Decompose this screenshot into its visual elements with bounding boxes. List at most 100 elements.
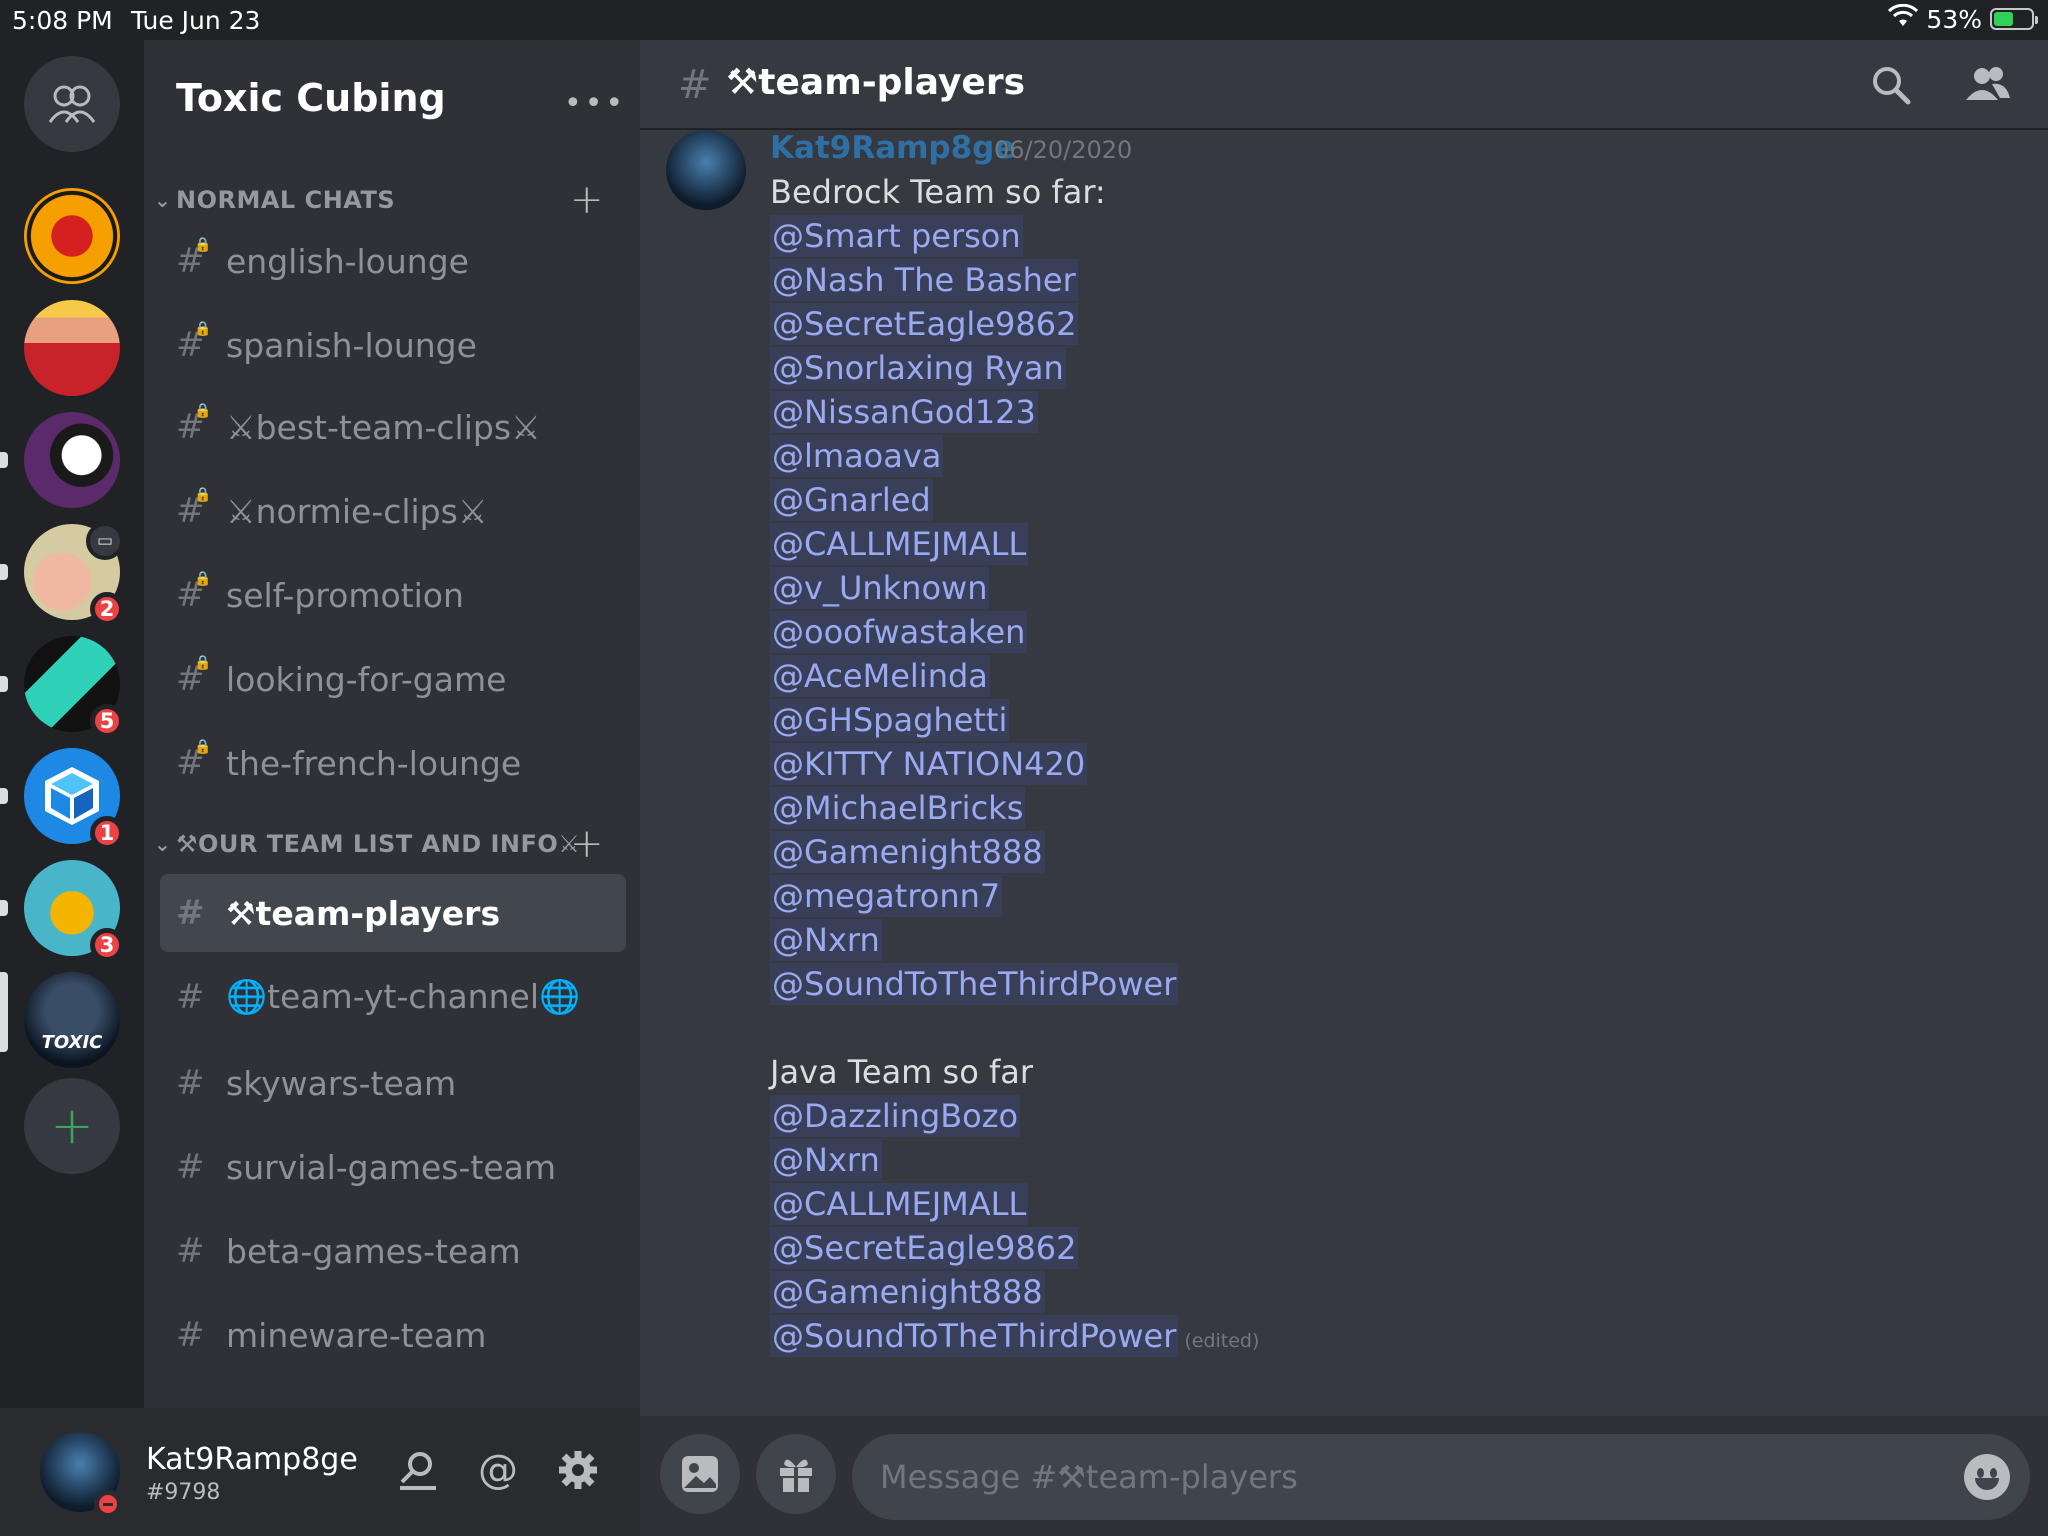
chevron-down-icon: ⌄ <box>154 188 172 212</box>
user-mention[interactable]: @SecretEagle9862 <box>770 1227 1079 1269</box>
message-input[interactable] <box>880 1450 1920 1504</box>
locked-hash-icon: # 🔒 <box>176 655 212 699</box>
user-mention[interactable]: @SecretEagle9862 <box>770 303 1079 345</box>
settings-gear-icon[interactable] <box>554 1446 602 1494</box>
plus-icon: + <box>24 1078 120 1174</box>
server-label: TOXIC <box>41 1031 103 1053</box>
user-mention[interactable]: @KITTY NATION420 <box>770 743 1088 785</box>
hash-icon: # <box>176 1231 205 1271</box>
user-mention[interactable]: @Snorlaxing Ryan <box>770 347 1066 389</box>
user-mention[interactable]: @GHSpaghetti <box>770 699 1010 741</box>
server-name[interactable]: Toxic Cubing <box>176 76 446 120</box>
message-line: Bedrock Team so far: <box>770 170 1259 214</box>
mention-line: @Nxrn <box>770 1138 1259 1182</box>
add-server-button[interactable]: + <box>24 1078 120 1174</box>
more-options-icon[interactable]: ••• <box>564 86 626 121</box>
user-mention[interactable]: @lmaoava <box>770 435 944 477</box>
user-mention[interactable]: @Gnarled <box>770 479 933 521</box>
user-mention[interactable]: @MichaelBricks <box>770 787 1026 829</box>
gift-button[interactable] <box>756 1434 836 1514</box>
channel-skywars-team[interactable]: # skywars-team <box>160 1044 626 1122</box>
locked-hash-icon: # 🔒 <box>176 571 212 615</box>
channel-team-yt-channel[interactable]: # 🌐team-yt-channel🌐 <box>160 958 626 1036</box>
channel-beta-games-team[interactable]: # beta-games-team <box>160 1212 626 1290</box>
gift-icon <box>780 1459 812 1492</box>
mention-line: @SecretEagle9862 <box>770 302 1259 346</box>
channel-title: ⚒team-players <box>726 62 1026 103</box>
locked-hash-icon: # 🔒 <box>176 403 212 447</box>
user-mention[interactable]: @SoundToTheThirdPower <box>770 963 1179 1005</box>
channel-best-team-clips[interactable]: # 🔒 ⚔best-team-clips⚔ <box>160 388 626 466</box>
user-mention[interactable]: @SoundToTheThirdPower <box>770 1315 1179 1357</box>
mention-line: @Smart person <box>770 214 1259 258</box>
hash-icon: # <box>176 1315 205 1355</box>
status-date: Tue Jun 23 <box>131 6 261 35</box>
user-mention[interactable]: @Nxrn <box>770 919 882 961</box>
user-mention[interactable]: @Nxrn <box>770 1139 882 1181</box>
mentions-icon[interactable]: @ <box>474 1446 522 1494</box>
mention-line: @SecretEagle9862 <box>770 1226 1259 1270</box>
locked-hash-icon: # 🔒 <box>176 487 212 531</box>
server-icon-7[interactable]: 3 <box>24 860 124 962</box>
server-icon-5[interactable]: 5 <box>24 636 124 738</box>
server-icon-1[interactable] <box>24 188 120 284</box>
message-author[interactable]: Kat9Ramp8ge <box>770 130 1015 166</box>
search-icon[interactable] <box>1868 62 1914 108</box>
add-channel-icon[interactable]: + <box>570 821 604 867</box>
user-mention[interactable]: @Gamenight888 <box>770 1271 1045 1313</box>
channel-survial-games-team[interactable]: # survial-games-team <box>160 1128 626 1206</box>
message-timestamp: 06/20/2020 <box>994 136 1133 164</box>
channel-normie-clips[interactable]: # 🔒 ⚔normie-clips⚔ <box>160 472 626 550</box>
user-mention[interactable]: @DazzlingBozo <box>770 1095 1021 1137</box>
message-line <box>770 1006 1259 1050</box>
server-rail: ▭ 2 5 1 3 TOXIC + <box>0 40 144 1536</box>
user-mention[interactable]: @Gamenight888 <box>770 831 1045 873</box>
user-mention[interactable]: @Smart person <box>770 215 1023 257</box>
channel-the-french-lounge[interactable]: # 🔒 the-french-lounge <box>160 724 626 802</box>
mention-line: @Snorlaxing Ryan <box>770 346 1259 390</box>
mention-line: @lmaoava <box>770 434 1259 478</box>
user-mention[interactable]: @NissanGod123 <box>770 391 1038 433</box>
avatar[interactable] <box>666 130 746 210</box>
channel-spanish-lounge[interactable]: # 🔒 spanish-lounge <box>160 306 626 384</box>
server-icon-4[interactable]: ▭ 2 <box>24 522 124 626</box>
user-mention[interactable]: @v_Unknown <box>770 567 990 609</box>
image-icon <box>682 1456 718 1492</box>
channel-english-lounge[interactable]: # 🔒 english-lounge <box>160 222 626 300</box>
member-list-icon[interactable] <box>1962 62 2010 108</box>
server-icon-2[interactable] <box>24 300 120 396</box>
mention-line: @Gamenight888 <box>770 1270 1259 1314</box>
direct-messages-button[interactable] <box>24 56 120 152</box>
search-people-icon[interactable] <box>394 1446 442 1494</box>
mention-line: @Gamenight888 <box>770 830 1259 874</box>
hash-icon: # <box>176 1063 205 1103</box>
upload-image-button[interactable] <box>660 1434 740 1514</box>
category-team-list-and-info[interactable]: ⌄ ⚒OUR TEAM LIST AND INFO⚔ + <box>154 821 624 867</box>
status-bar: 5:08 PM Tue Jun 23 53% <box>0 0 2048 40</box>
server-icon-toxic-cubing[interactable]: TOXIC <box>24 972 120 1068</box>
battery-icon <box>1990 8 2038 30</box>
channel-self-promotion[interactable]: # 🔒 self-promotion <box>160 556 626 634</box>
hash-icon: # <box>176 1147 205 1187</box>
user-mention[interactable]: @AceMelinda <box>770 655 990 697</box>
add-channel-icon[interactable]: + <box>570 177 604 223</box>
user-mention[interactable]: @ooofwastaken <box>770 611 1028 653</box>
server-icon-3[interactable] <box>24 412 120 508</box>
channel-looking-for-game[interactable]: # 🔒 looking-for-game <box>160 640 626 718</box>
user-mention[interactable]: @Nash The Basher <box>770 259 1078 301</box>
user-mention[interactable]: @CALLMEJMALL <box>770 1183 1029 1225</box>
channel-mineware-team[interactable]: # mineware-team <box>160 1296 626 1374</box>
user-mention[interactable]: @megatronn7 <box>770 875 1003 917</box>
friends-icon <box>24 56 120 152</box>
server-icon-6[interactable]: 1 <box>24 748 124 850</box>
username: Kat9Ramp8ge <box>146 1442 358 1477</box>
emoji-icon[interactable] <box>1964 1454 2010 1500</box>
wifi-icon <box>1888 3 1919 34</box>
mention-line: @CALLMEJMALL <box>770 1182 1259 1226</box>
user-mention[interactable]: @CALLMEJMALL <box>770 523 1029 565</box>
channel-team-players[interactable]: # ⚒team-players <box>160 874 626 952</box>
do-not-disturb-status-icon <box>94 1490 122 1518</box>
mention-line: @SoundToTheThirdPower (edited) <box>770 1314 1259 1358</box>
category-normal-chats[interactable]: ⌄ NORMAL CHATS + <box>154 177 624 223</box>
mention-line: @SoundToTheThirdPower <box>770 962 1259 1006</box>
